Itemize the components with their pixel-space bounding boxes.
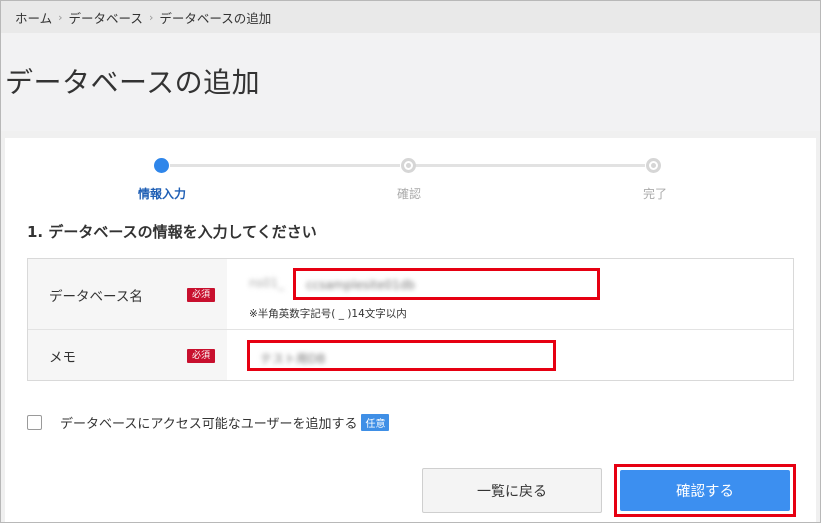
step-label-input: 情報入力 — [137, 187, 186, 201]
form-table: データベース名 必須 ns01_ ccsamplesite01db ※半角英数字… — [27, 258, 794, 381]
step-connector — [170, 164, 400, 167]
step-dot-complete — [646, 158, 661, 173]
database-name-hint: ※半角英数字記号( _ )14文字以内 — [249, 308, 407, 320]
value-cell: テスト用DB — [227, 330, 793, 380]
step-label-complete: 完了 — [642, 187, 667, 201]
breadcrumb-current: データベースの追加 — [159, 10, 272, 26]
form-row-memo: メモ 必須 テスト用DB — [28, 330, 793, 380]
memo-input[interactable]: テスト用DB — [247, 340, 556, 371]
database-name-value-redacted: ccsamplesite01db — [306, 278, 416, 292]
step-dot-input — [154, 158, 169, 173]
memo-label: メモ — [49, 350, 76, 366]
page-header: データベースの追加 — [1, 33, 820, 131]
confirm-button[interactable]: 確認する — [620, 470, 790, 511]
confirm-button-highlight: 確認する — [614, 464, 796, 517]
page-title: データベースの追加 — [5, 66, 261, 99]
breadcrumb-separator: › — [58, 10, 63, 24]
step-dot-confirm — [401, 158, 416, 173]
breadcrumb-home[interactable]: ホーム — [15, 8, 52, 27]
database-name-input[interactable]: ccsamplesite01db — [293, 268, 600, 300]
database-name-prefix: ns01_ — [249, 276, 285, 290]
breadcrumb-database[interactable]: データベース — [69, 8, 143, 27]
required-badge: 必須 — [187, 288, 215, 302]
label-cell: データベース名 必須 — [28, 259, 227, 329]
breadcrumb: ホーム › データベース › データベースの追加 — [1, 1, 820, 33]
label-cell: メモ 必須 — [28, 330, 227, 380]
memo-value-redacted: テスト用DB — [260, 352, 326, 366]
section-heading: 1. データベースの情報を入力してください — [27, 223, 317, 241]
add-user-option: データベースにアクセス可能なユーザーを追加する 任意 — [27, 412, 390, 432]
optional-badge: 任意 — [361, 413, 390, 431]
add-user-label[interactable]: データベースにアクセス可能なユーザーを追加する — [60, 413, 357, 432]
value-cell: ns01_ ccsamplesite01db ※半角英数字記号( _ )14文字… — [227, 259, 793, 329]
window: ホーム › データベース › データベースの追加 データベースの追加 情報入力 … — [0, 0, 821, 523]
back-to-list-button[interactable]: 一覧に戻る — [422, 468, 602, 513]
database-name-label: データベース名 — [49, 289, 143, 305]
add-user-checkbox[interactable] — [27, 414, 42, 430]
step-connector — [415, 164, 645, 167]
required-badge: 必須 — [187, 349, 215, 363]
step-label-confirm: 確認 — [396, 187, 421, 201]
form-row-database-name: データベース名 必須 ns01_ ccsamplesite01db ※半角英数字… — [28, 259, 793, 330]
main-panel: 情報入力 確認 完了 1. データベースの情報を入力してください データベース名… — [5, 138, 816, 522]
breadcrumb-separator: › — [148, 10, 154, 24]
